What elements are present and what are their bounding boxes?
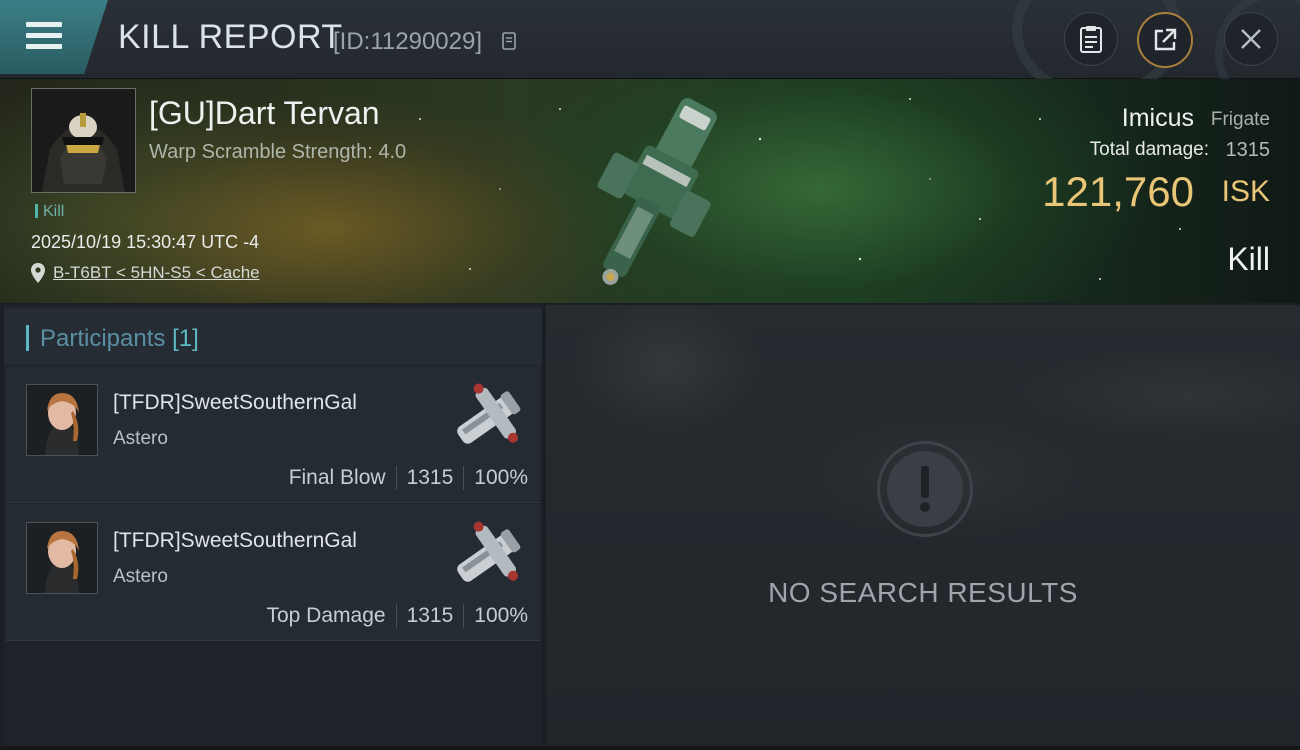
menu-icon[interactable] bbox=[26, 22, 62, 50]
share-icon bbox=[1154, 28, 1177, 51]
kill-datetime: 2025/10/19 15:30:47 UTC -4 bbox=[31, 232, 260, 252]
participant-ship: Astero bbox=[113, 428, 168, 449]
results-panel: NO SEARCH RESULTS bbox=[546, 305, 1300, 750]
participant-name[interactable]: [TFDR]SweetSouthernGal bbox=[113, 391, 357, 415]
ship-name[interactable]: Imicus bbox=[1122, 104, 1194, 133]
location-link[interactable]: B-T6BT < 5HN-S5 < Cache bbox=[53, 263, 260, 283]
copy-id-icon[interactable] bbox=[502, 32, 516, 50]
ship-class: Frigate bbox=[1210, 109, 1270, 130]
participant-role: Final Blow bbox=[288, 466, 386, 489]
stats-divider bbox=[463, 604, 465, 628]
kill-banner: [GU]Dart Tervan Warp Scramble Strength: … bbox=[0, 79, 1300, 303]
isk-value: 121,760 bbox=[1042, 168, 1194, 215]
participant-ship: Astero bbox=[113, 566, 168, 587]
participant-row[interactable]: [TFDR]SweetSouthernGal Astero Top Damage… bbox=[6, 504, 540, 641]
victim-ship-image bbox=[597, 98, 717, 285]
close-button[interactable] bbox=[1224, 12, 1278, 66]
participants-header: Participants [1] bbox=[4, 308, 542, 365]
no-results-message: NO SEARCH RESULTS bbox=[768, 577, 1078, 608]
bottom-edge bbox=[0, 746, 1300, 750]
close-icon bbox=[1241, 29, 1261, 49]
stats-divider bbox=[395, 604, 397, 628]
total-damage-label: Total damage: bbox=[1089, 139, 1209, 160]
participant-stats: Top Damage 1315 100% bbox=[266, 604, 528, 628]
participant-percent: 100% bbox=[474, 604, 528, 627]
total-damage-value: 1315 bbox=[1225, 139, 1271, 161]
location-pin-icon bbox=[31, 263, 45, 283]
participants-panel: Participants [1] [TFDR]SweetSouthernGal … bbox=[4, 305, 542, 746]
clipboard-button[interactable] bbox=[1064, 12, 1118, 66]
exclamation-icon bbox=[877, 441, 973, 537]
participant-row[interactable]: [TFDR]SweetSouthernGal Astero Final Blow… bbox=[6, 366, 540, 503]
kill-tag: Kill bbox=[35, 203, 64, 221]
participant-ship-image bbox=[457, 383, 521, 444]
stats-divider bbox=[395, 466, 397, 490]
kill-location: B-T6BT < 5HN-S5 < Cache bbox=[31, 263, 260, 283]
stats-divider bbox=[463, 466, 465, 490]
share-button[interactable] bbox=[1137, 12, 1193, 68]
header-accent-bar bbox=[26, 325, 29, 351]
participant-avatar[interactable] bbox=[26, 384, 98, 456]
report-id: [ID:11290029] bbox=[333, 28, 483, 55]
participant-avatar[interactable] bbox=[26, 522, 98, 594]
participants-title: Participants bbox=[40, 325, 166, 352]
participant-damage: 1315 bbox=[406, 466, 454, 489]
warp-scramble-strength: Warp Scramble Strength: 4.0 bbox=[149, 141, 407, 163]
page-title: KILL REPORT bbox=[118, 18, 343, 56]
participant-name[interactable]: [TFDR]SweetSouthernGal bbox=[113, 529, 357, 553]
participants-label: Participants [1] bbox=[40, 325, 199, 353]
participant-role: Top Damage bbox=[266, 604, 386, 627]
participant-percent: 100% bbox=[474, 466, 528, 489]
clipboard-icon bbox=[1080, 26, 1102, 53]
kill-result: Kill bbox=[1227, 241, 1270, 277]
isk-unit: ISK bbox=[1221, 175, 1270, 208]
participant-stats: Final Blow 1315 100% bbox=[289, 466, 528, 490]
top-bar: KILL REPORT [ID:11290029] bbox=[0, 0, 1300, 116]
participants-count: [1] bbox=[172, 325, 199, 352]
participant-damage: 1315 bbox=[406, 604, 454, 627]
victim-portrait[interactable] bbox=[31, 88, 136, 193]
participant-ship-image bbox=[457, 521, 521, 582]
victim-name[interactable]: [GU]Dart Tervan bbox=[149, 95, 380, 132]
